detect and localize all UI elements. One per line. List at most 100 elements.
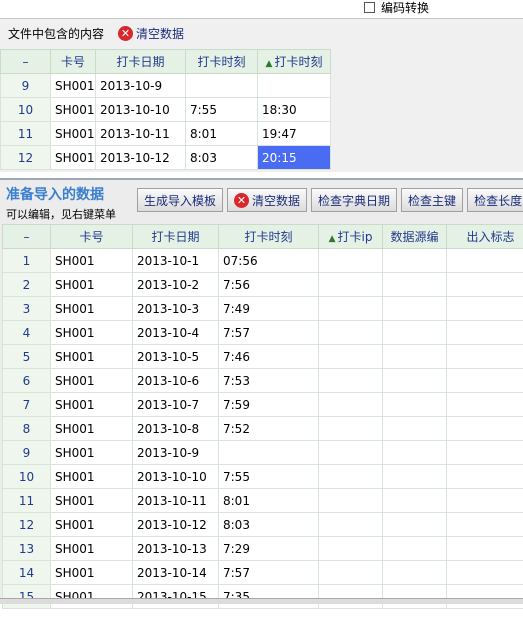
table-row[interactable]: 15 SH001 2013-10-15 7:35 [2, 584, 523, 609]
direction-cell[interactable] [446, 536, 523, 561]
row-index-cell[interactable]: 8 [2, 416, 51, 441]
table-row[interactable]: 5 SH001 2013-10-5 7:46 [2, 344, 523, 369]
table-row[interactable]: 8 SH001 2013-10-8 7:52 [2, 416, 523, 441]
row-index-cell[interactable]: 10 [0, 97, 51, 122]
date-cell[interactable]: 2013-10-10 [132, 464, 219, 489]
column-header-card-no[interactable]: 卡号 [50, 49, 96, 74]
table-row[interactable]: 6 SH001 2013-10-6 7:53 [2, 368, 523, 393]
row-index-cell[interactable]: 11 [2, 488, 51, 513]
direction-cell[interactable] [446, 560, 523, 585]
table-row[interactable]: 11 SH001 2013-10-11 8:01 19:47 [0, 121, 331, 146]
card-no-cell[interactable]: SH001 [50, 272, 133, 297]
card-no-cell[interactable]: SH001 [50, 248, 133, 273]
direction-cell[interactable] [446, 416, 523, 441]
table-row[interactable]: 10 SH001 2013-10-10 7:55 [2, 464, 523, 489]
table-row[interactable]: 2 SH001 2013-10-2 7:56 [2, 272, 523, 297]
column-header-index[interactable]: – [0, 49, 51, 74]
time-cell[interactable] [218, 440, 319, 465]
source-cell[interactable] [382, 464, 447, 489]
bottom-clear-button[interactable]: ✕ 清空数据 [227, 188, 308, 212]
row-index-cell[interactable]: 10 [2, 464, 51, 489]
ip-cell[interactable] [318, 272, 383, 297]
check-length-button[interactable]: 检查长度 [467, 188, 523, 212]
card-no-cell[interactable]: SH001 [50, 392, 133, 417]
date-cell[interactable]: 2013-10-12 [132, 512, 219, 537]
time-cell[interactable]: 8:01 [218, 488, 319, 513]
column-header-date[interactable]: 打卡日期 [132, 224, 219, 249]
table-row[interactable]: 11 SH001 2013-10-11 8:01 [2, 488, 523, 513]
date-cell[interactable]: 2013-10-1 [132, 248, 219, 273]
ip-cell[interactable] [318, 512, 383, 537]
card-no-cell[interactable]: SH001 [50, 296, 133, 321]
date-cell[interactable]: 2013-10-10 [95, 97, 186, 122]
time-cell[interactable]: 07:56 [218, 248, 319, 273]
column-header-time-2[interactable]: ▲ 打卡时刻 [257, 49, 331, 74]
ip-cell[interactable] [318, 536, 383, 561]
card-no-cell[interactable]: SH001 [50, 536, 133, 561]
table-row[interactable]: 12 SH001 2013-10-12 8:03 [2, 512, 523, 537]
card-no-cell[interactable]: SH001 [50, 320, 133, 345]
card-no-cell[interactable]: SH001 [50, 97, 96, 122]
table-row[interactable]: 9 SH001 2013-10-9 [0, 73, 331, 98]
ip-cell[interactable] [318, 584, 383, 609]
ip-cell[interactable] [318, 344, 383, 369]
row-index-cell[interactable]: 7 [2, 392, 51, 417]
ip-cell[interactable] [318, 392, 383, 417]
table-row[interactable]: 13 SH001 2013-10-13 7:29 [2, 536, 523, 561]
time-cell[interactable]: 7:56 [218, 272, 319, 297]
source-cell[interactable] [382, 296, 447, 321]
table-row[interactable]: 14 SH001 2013-10-14 7:57 [2, 560, 523, 585]
table-row[interactable]: 4 SH001 2013-10-4 7:57 [2, 320, 523, 345]
ip-cell[interactable] [318, 488, 383, 513]
row-index-cell[interactable]: 12 [0, 145, 51, 170]
row-index-cell[interactable]: 2 [2, 272, 51, 297]
direction-cell[interactable] [446, 272, 523, 297]
date-cell[interactable]: 2013-10-5 [132, 344, 219, 369]
card-no-cell[interactable]: SH001 [50, 512, 133, 537]
column-header-index[interactable]: – [2, 224, 51, 249]
source-cell[interactable] [382, 368, 447, 393]
row-index-cell[interactable]: 14 [2, 560, 51, 585]
column-header-direction[interactable]: 出入标志 [446, 224, 523, 249]
file-content-grid[interactable]: – 卡号 打卡日期 打卡时刻 ▲ 打卡时刻 9 SH001 2013-10-9 10 SH… [0, 49, 331, 170]
date-cell[interactable]: 2013-10-13 [132, 536, 219, 561]
column-header-time-1[interactable]: 打卡时刻 [185, 49, 258, 74]
row-index-cell[interactable]: 15 [2, 584, 51, 609]
direction-cell[interactable] [446, 488, 523, 513]
check-dict-date-button[interactable]: 检查字典日期 [311, 188, 398, 212]
row-index-cell[interactable]: 9 [0, 73, 51, 98]
table-row[interactable]: 3 SH001 2013-10-3 7:49 [2, 296, 523, 321]
card-no-cell[interactable]: SH001 [50, 584, 133, 609]
date-cell[interactable]: 2013-10-15 [132, 584, 219, 609]
table-row[interactable]: 9 SH001 2013-10-9 [2, 440, 523, 465]
horizontal-scrollbar[interactable] [0, 598, 523, 604]
time-cell[interactable]: 8:01 [185, 121, 258, 146]
card-no-cell[interactable]: SH001 [50, 73, 96, 98]
time-cell[interactable]: 7:49 [218, 296, 319, 321]
row-index-cell[interactable]: 12 [2, 512, 51, 537]
encoding-checkbox-row[interactable]: 编码转换 [364, 0, 429, 15]
source-cell[interactable] [382, 512, 447, 537]
direction-cell[interactable] [446, 512, 523, 537]
date-cell[interactable]: 2013-10-9 [132, 440, 219, 465]
row-index-cell[interactable]: 6 [2, 368, 51, 393]
source-cell[interactable] [382, 488, 447, 513]
card-no-cell[interactable]: SH001 [50, 464, 133, 489]
source-cell[interactable] [382, 344, 447, 369]
time-cell[interactable] [257, 73, 331, 98]
time-cell[interactable]: 8:03 [185, 145, 258, 170]
ip-cell[interactable] [318, 248, 383, 273]
table-row[interactable]: 10 SH001 2013-10-10 7:55 18:30 [0, 97, 331, 122]
import-data-grid[interactable]: – 卡号 打卡日期 打卡时刻 ▲ 打卡ip 数据源编 出入标志 1 SH001 201… [2, 224, 523, 609]
direction-cell[interactable] [446, 392, 523, 417]
time-cell[interactable]: 7:46 [218, 344, 319, 369]
card-no-cell[interactable]: SH001 [50, 344, 133, 369]
card-no-cell[interactable]: SH001 [50, 416, 133, 441]
time-cell[interactable]: 7:53 [218, 368, 319, 393]
card-no-cell[interactable]: SH001 [50, 488, 133, 513]
ip-cell[interactable] [318, 560, 383, 585]
date-cell[interactable]: 2013-10-6 [132, 368, 219, 393]
ip-cell[interactable] [318, 296, 383, 321]
table-row[interactable]: 12 SH001 2013-10-12 8:03 20:15 [0, 145, 331, 170]
date-cell[interactable]: 2013-10-8 [132, 416, 219, 441]
